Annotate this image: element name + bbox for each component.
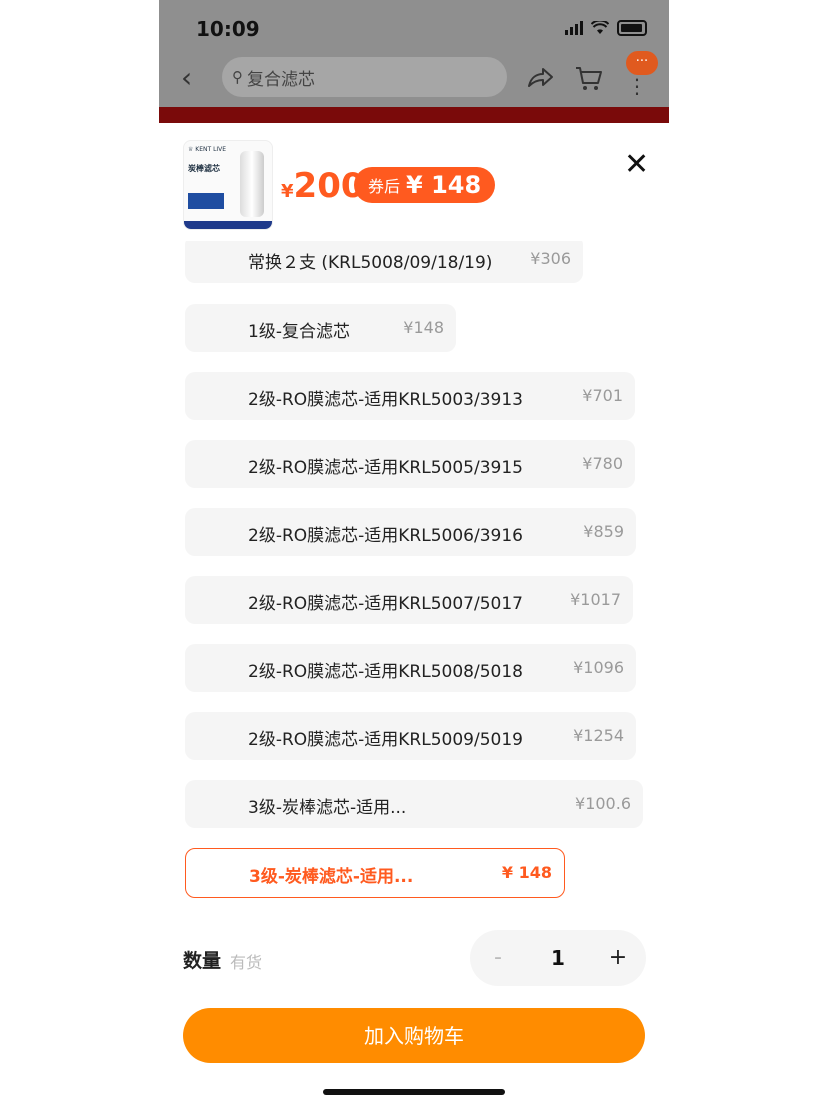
quantity-label: 数量 <box>183 950 222 972</box>
sku-option-label: 2级-RO膜滤芯-适用KRL5003/3913 <box>248 390 523 410</box>
sku-options-list[interactable]: 常换２支 (KRL5008/09/18/19) ¥306 1级-复合滤芯 ¥14… <box>185 241 645 903</box>
product-thumbnail[interactable]: ♕ KENT LIVE 炭棒滤芯 <box>183 140 273 230</box>
sku-option-price: ¥859 <box>583 522 624 541</box>
sku-option-price: ¥306 <box>530 249 571 268</box>
sku-option-label: 2级-RO膜滤芯-适用KRL5005/3915 <box>248 458 523 478</box>
sku-option-selected[interactable]: 3级-炭棒滤芯-适用... ¥ 148 <box>185 848 565 898</box>
increase-button[interactable]: + <box>590 930 646 986</box>
page-banner-strip <box>159 107 669 123</box>
sku-option-label: 常换２支 (KRL5008/09/18/19) <box>248 253 493 273</box>
quantity-value[interactable]: 1 <box>526 930 590 986</box>
sku-option-label: 2级-RO膜滤芯-适用KRL5008/5018 <box>248 662 523 682</box>
sku-option-price: ¥100.6 <box>575 794 631 813</box>
sku-option-label: 2级-RO膜滤芯-适用KRL5009/5019 <box>248 730 523 750</box>
filter-bottle-image <box>240 151 264 217</box>
thumb-footer <box>184 221 272 229</box>
phone-screen: 10:09 ‹ ⚲ 复合滤芯 ⋮ ··· ♕ KENT LIVE 炭棒滤芯 ¥2… <box>159 0 669 1104</box>
thumb-brand: ♕ KENT LIVE <box>188 146 227 153</box>
sku-option-price: ¥ 148 <box>501 863 552 882</box>
home-indicator <box>323 1089 505 1095</box>
sku-option[interactable]: 1级-复合滤芯 ¥148 <box>185 304 456 352</box>
sku-option[interactable]: 2级-RO膜滤芯-适用KRL5005/3915 ¥780 <box>185 440 635 488</box>
stock-status: 有货 <box>230 953 263 972</box>
search-input[interactable]: ⚲ 复合滤芯 <box>222 57 507 97</box>
search-icon: ⚲ <box>232 68 243 86</box>
sku-option[interactable]: 常换２支 (KRL5008/09/18/19) ¥306 <box>185 241 583 283</box>
sku-option-price: ¥1254 <box>573 726 624 745</box>
coupon-price: ¥ 148 <box>406 171 482 199</box>
sku-option[interactable]: 2级-RO膜滤芯-适用KRL5009/5019 ¥1254 <box>185 712 636 760</box>
sku-option-price: ¥148 <box>403 318 444 337</box>
quantity-stepper: - 1 + <box>470 930 646 986</box>
sku-option-label: 3级-炭棒滤芯-适用... <box>248 798 407 818</box>
cart-icon[interactable] <box>575 66 603 92</box>
message-badge[interactable]: ··· <box>626 51 658 75</box>
add-to-cart-button[interactable]: 加入购物车 <box>183 1008 645 1063</box>
product-price: ¥200 <box>281 166 365 206</box>
sku-option-label: 1级-复合滤芯 <box>248 322 350 342</box>
wifi-icon <box>591 21 609 34</box>
thumb-name: 炭棒滤芯 <box>188 164 220 173</box>
share-icon[interactable] <box>526 66 554 90</box>
sku-option-label: 2级-RO膜滤芯-适用KRL5006/3916 <box>248 526 523 546</box>
sku-option-label: 3级-炭棒滤芯-适用... <box>249 867 414 887</box>
thumb-tag <box>188 193 224 209</box>
currency-symbol: ¥ <box>281 181 294 202</box>
battery-icon <box>617 20 647 36</box>
sku-option-price: ¥1017 <box>570 590 621 609</box>
sku-option-label: 2级-RO膜滤芯-适用KRL5007/5017 <box>248 594 523 614</box>
sku-option[interactable]: 2级-RO膜滤芯-适用KRL5006/3916 ¥859 <box>185 508 636 556</box>
status-icons <box>565 20 647 36</box>
decrease-button[interactable]: - <box>470 930 526 986</box>
status-time: 10:09 <box>196 17 260 41</box>
signal-icon <box>565 21 583 35</box>
sku-option[interactable]: 2级-RO膜滤芯-适用KRL5003/3913 ¥701 <box>185 372 635 420</box>
sku-option[interactable]: 3级-炭棒滤芯-适用... ¥100.6 <box>185 780 643 828</box>
sku-sheet: ♕ KENT LIVE 炭棒滤芯 ¥200 券后 ¥ 148 ✕ 常换２支 (K… <box>159 123 669 1104</box>
coupon-price-badge: 券后 ¥ 148 <box>354 167 496 203</box>
close-icon[interactable]: ✕ <box>624 150 649 180</box>
sku-option-price: ¥1096 <box>573 658 624 677</box>
more-icon[interactable]: ⋮ <box>627 74 647 98</box>
coupon-label: 券后 <box>368 177 401 196</box>
back-icon[interactable]: ‹ <box>181 64 192 92</box>
sku-option-price: ¥701 <box>582 386 623 405</box>
dimmed-header: 10:09 ‹ ⚲ 复合滤芯 ⋮ ··· <box>159 0 669 123</box>
sku-option-price: ¥780 <box>582 454 623 473</box>
search-text: 复合滤芯 <box>247 69 315 90</box>
sku-option[interactable]: 2级-RO膜滤芯-适用KRL5007/5017 ¥1017 <box>185 576 633 624</box>
sku-option[interactable]: 2级-RO膜滤芯-适用KRL5008/5018 ¥1096 <box>185 644 636 692</box>
